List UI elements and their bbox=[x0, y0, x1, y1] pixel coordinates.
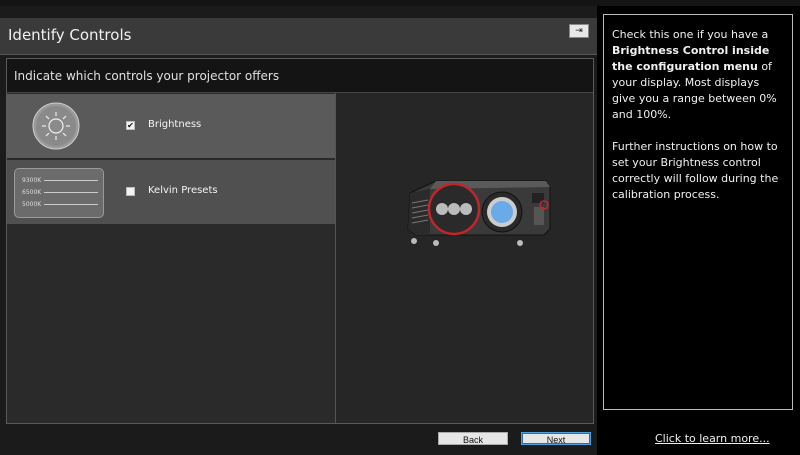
preset-line bbox=[44, 204, 98, 205]
help-text-lead: Check this one if you have a bbox=[612, 28, 769, 41]
help-text-bold: Brightness Control inside the configurat… bbox=[612, 44, 770, 73]
brightness-sun-icon bbox=[32, 102, 80, 150]
preview-area bbox=[336, 93, 593, 423]
help-text-box: Check this one if you have a Brightness … bbox=[603, 14, 793, 410]
projector-icon bbox=[407, 180, 551, 246]
main-panel: Identify Controls ⇥ Indicate which contr… bbox=[0, 6, 597, 455]
control-row-brightness[interactable]: ✔ Brightness bbox=[7, 94, 335, 158]
preset-line bbox=[44, 192, 98, 193]
brightness-checkbox[interactable]: ✔ bbox=[126, 121, 135, 130]
controls-list: ✔ Brightness 9300K 6500K 5000K Kelvin Pr… bbox=[7, 93, 336, 423]
preset-label-6500k: 6500K bbox=[22, 189, 42, 196]
brightness-label: Brightness bbox=[148, 119, 202, 130]
preset-label-5000k: 5000K bbox=[22, 201, 42, 208]
help-panel: Check this one if you have a Brightness … bbox=[597, 6, 800, 455]
control-row-kelvin-presets[interactable]: 9300K 6500K 5000K Kelvin Presets bbox=[7, 160, 335, 224]
pin-button[interactable]: ⇥ bbox=[569, 24, 589, 38]
content-area: Indicate which controls your projector o… bbox=[6, 58, 594, 424]
preset-label-9300k: 9300K bbox=[22, 177, 42, 184]
help-paragraph-2: Further instructions on how to set your … bbox=[612, 140, 779, 201]
preset-line bbox=[44, 180, 98, 181]
kelvin-presets-icon: 9300K 6500K 5000K bbox=[14, 168, 104, 218]
next-button[interactable]: Next bbox=[521, 432, 591, 445]
kelvin-presets-label: Kelvin Presets bbox=[148, 185, 218, 196]
back-button[interactable]: Back bbox=[438, 432, 508, 445]
instruction-text: Indicate which controls your projector o… bbox=[7, 59, 593, 93]
title-bar: Identify Controls ⇥ bbox=[0, 18, 597, 55]
learn-more-link[interactable]: Click to learn more... bbox=[655, 432, 770, 445]
page-title: Identify Controls bbox=[8, 26, 132, 44]
help-paragraph-1: Check this one if you have a Brightness … bbox=[612, 27, 784, 123]
kelvin-presets-checkbox[interactable] bbox=[126, 187, 135, 196]
